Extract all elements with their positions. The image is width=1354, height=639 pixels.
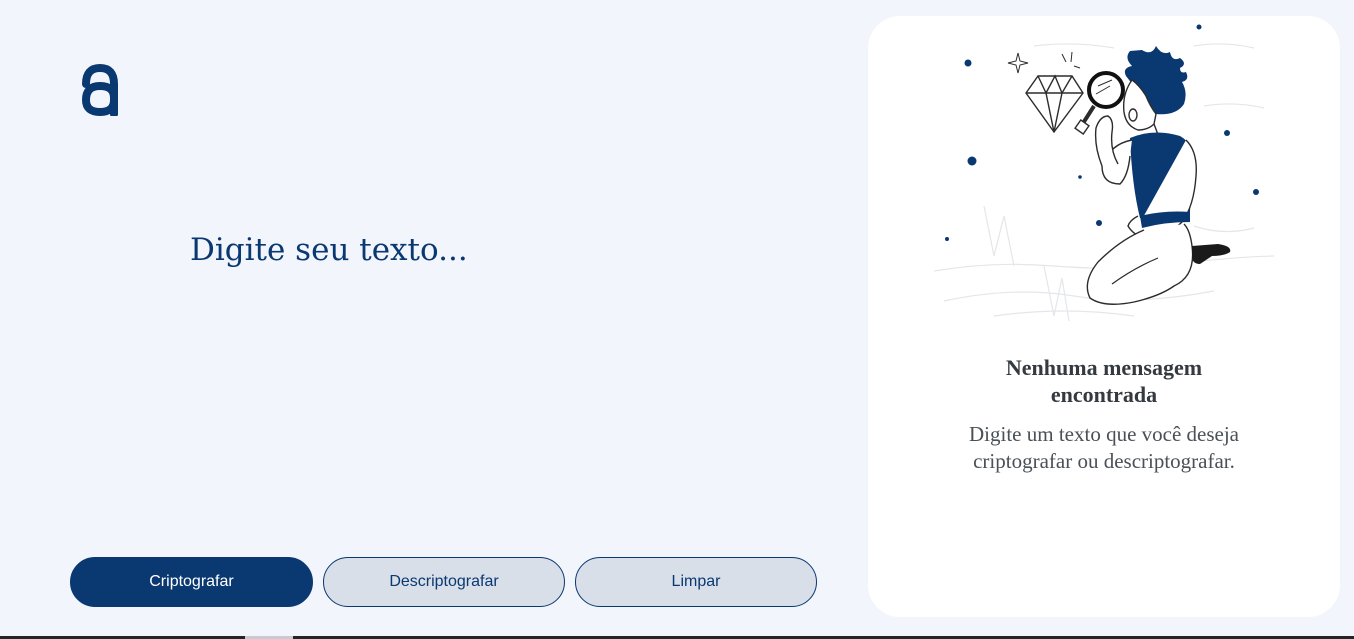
output-panel: Nenhuma mensagem encontrada Digite um te… — [868, 16, 1340, 617]
encrypt-button[interactable]: Criptografar — [70, 557, 313, 607]
alura-logo-icon — [81, 64, 118, 116]
decrypt-button[interactable]: Descriptografar — [323, 557, 565, 607]
clear-button[interactable]: Limpar — [575, 557, 817, 607]
person-magnifying-glass-diamond-illustration — [934, 24, 1274, 322]
app-page: Criptografar Descriptografar Limpar — [0, 0, 1354, 639]
message-input[interactable] — [190, 230, 790, 510]
empty-state-description: Digite um texto que você deseja criptogr… — [969, 422, 1239, 473]
empty-state-title: Nenhuma mensagem encontrada — [1005, 355, 1203, 407]
